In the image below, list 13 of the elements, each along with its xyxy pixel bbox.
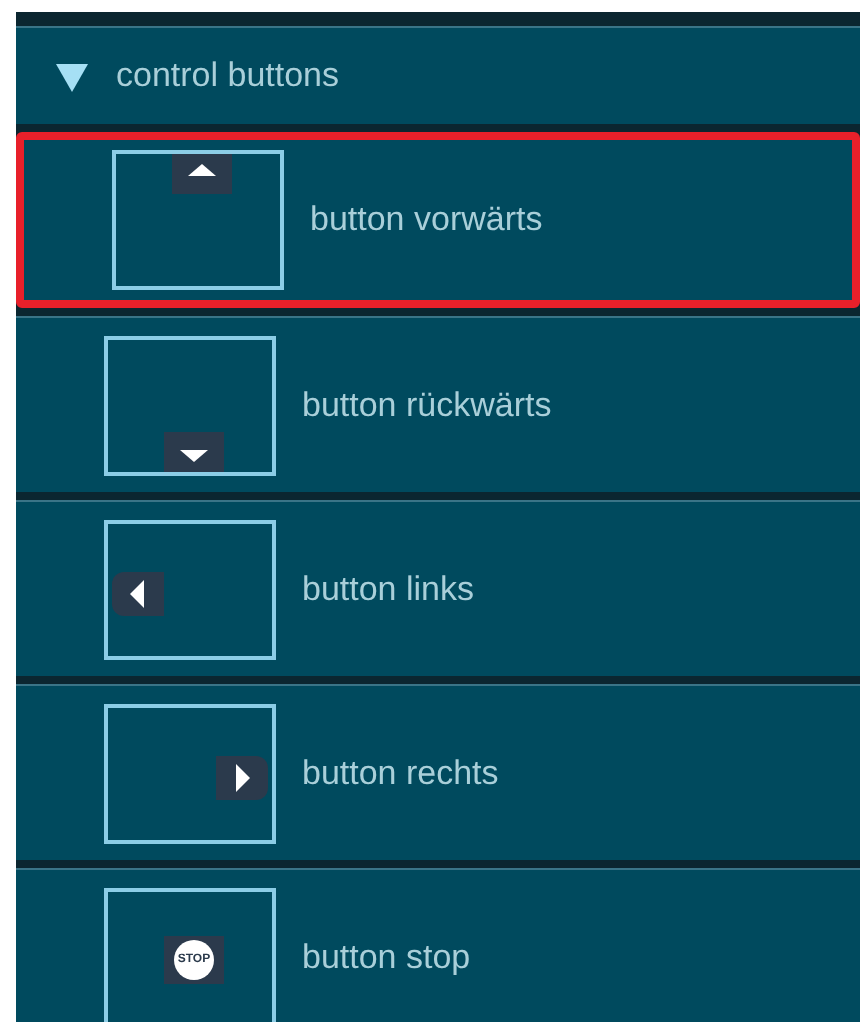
item-label: button stop [302, 935, 471, 980]
item-label: button vorwärts [310, 198, 543, 243]
list-item[interactable]: button rechts [16, 684, 860, 860]
list-item[interactable]: button rückwärts [16, 316, 860, 492]
expanded-triangle-icon [56, 60, 88, 92]
list-item[interactable]: button links [16, 500, 860, 676]
left-arrow-icon [112, 571, 164, 615]
item-label: button rückwärts [302, 383, 552, 428]
item-label: button rechts [302, 751, 499, 796]
section-header[interactable]: control buttons [16, 28, 860, 124]
item-label: button links [302, 567, 474, 612]
section-title: control buttons [116, 54, 340, 99]
list-item[interactable]: button vorwärts [16, 132, 860, 308]
